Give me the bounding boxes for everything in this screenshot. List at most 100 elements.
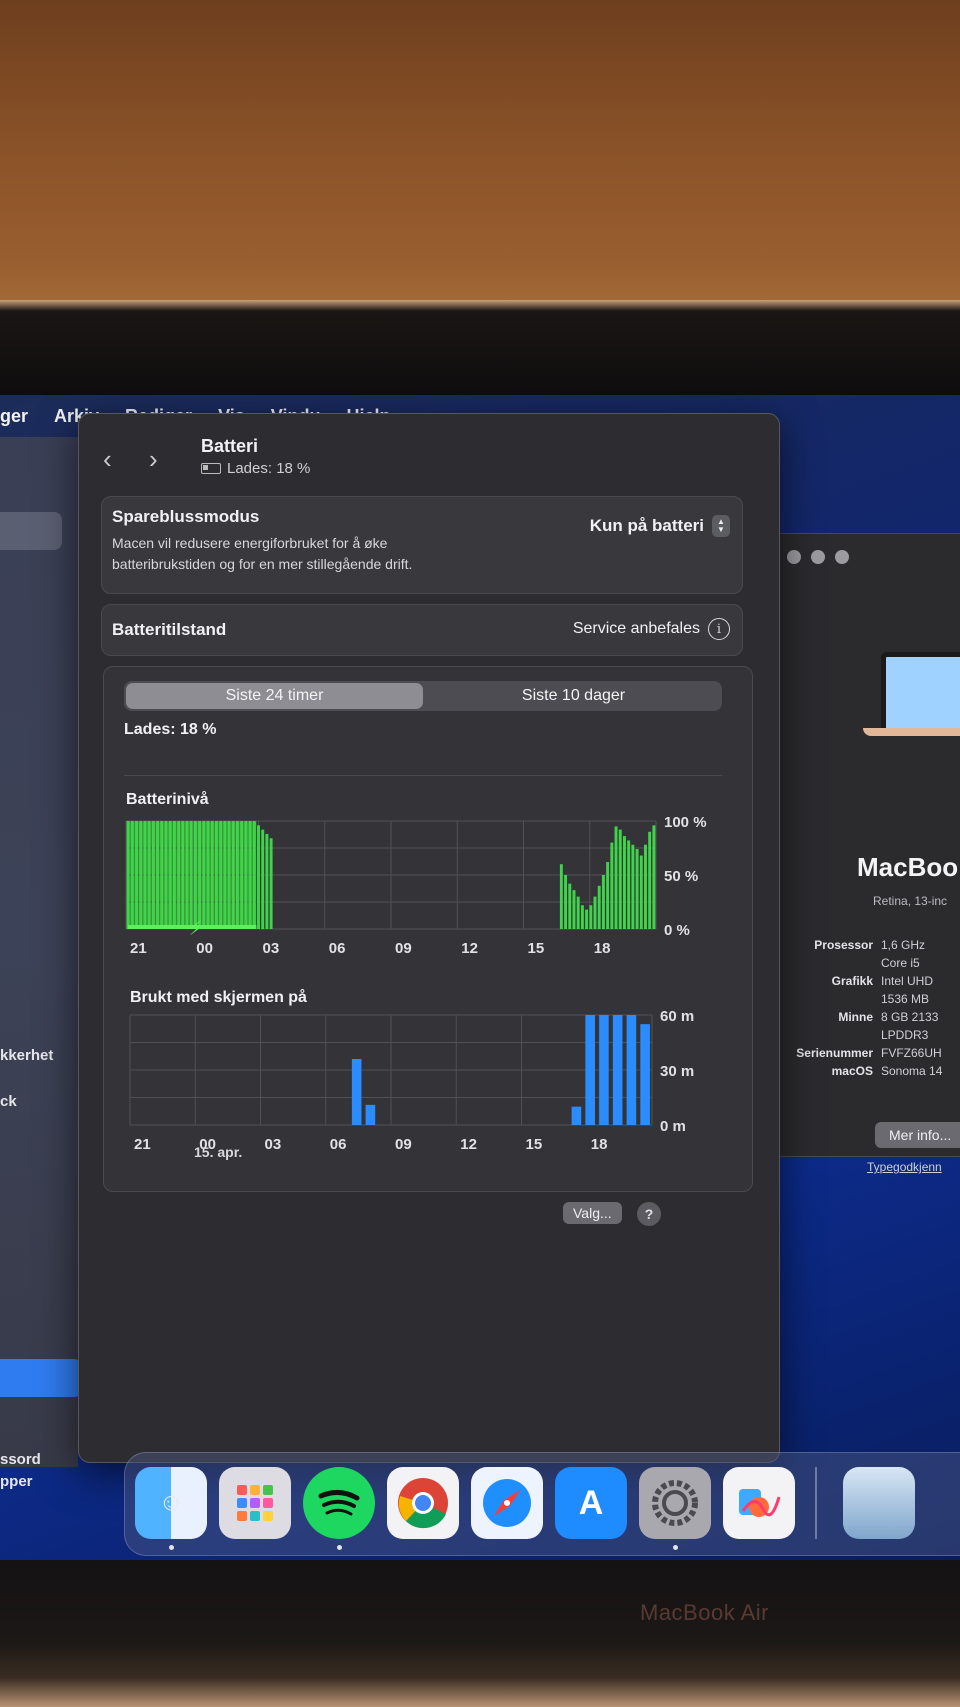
options-button[interactable]: Valg... (563, 1202, 622, 1224)
more-info-button[interactable]: Mer info... (875, 1122, 960, 1148)
screen-on-chart: 21 00 03 06 09 12 15 1860 m30 m0 m (129, 1008, 694, 1153)
app-store-icon[interactable]: A (555, 1467, 627, 1539)
chart-bar (164, 821, 168, 929)
chart-bar (593, 896, 597, 929)
sidebar-item-label[interactable]: kkerhet (0, 1047, 53, 1064)
chart-bar (612, 1015, 623, 1125)
battery-health-card: Batteritilstand Service anbefales i (101, 604, 743, 656)
x-tick-label: 09 (395, 1136, 412, 1153)
x-tick-label: 15 (528, 940, 545, 957)
x-tick-label: 12 (460, 1136, 477, 1153)
stepper-icon: ▲ ▼ (712, 515, 730, 537)
tab-last-10-days[interactable]: Siste 10 dager (425, 681, 722, 711)
chart-bar (585, 1015, 595, 1125)
laptop-illustration-icon (881, 652, 960, 734)
sidebar-item-active[interactable] (0, 1359, 82, 1397)
dock: ☺ A (124, 1452, 960, 1556)
low-power-select[interactable]: Kun på batteri ▲ ▼ (590, 515, 730, 537)
battery-health-status[interactable]: Service anbefales i (573, 618, 730, 640)
chart-bar (265, 833, 269, 929)
chart-bar (618, 829, 622, 929)
chevron-left-icon[interactable]: ‹ (103, 444, 112, 475)
chart-bar (614, 826, 618, 929)
chart-bar (240, 821, 244, 929)
chart-bar (172, 821, 176, 929)
chart-bar (639, 855, 643, 929)
low-power-card: Spareblussmodus Macen vil redusere energ… (101, 496, 743, 594)
x-tick-label: 21 (130, 940, 147, 957)
chart-bar (160, 821, 164, 929)
tab-last-24-hours[interactable]: Siste 24 timer (126, 683, 423, 709)
chart-bar (177, 821, 181, 929)
help-button[interactable]: ? (637, 1202, 661, 1226)
info-icon[interactable]: i (708, 618, 730, 640)
sidebar-item-selected[interactable] (0, 512, 62, 550)
laptop-bezel-bottom (0, 1560, 960, 1707)
spec-value: 1536 MB (881, 992, 930, 1006)
y-tick-label: 0 % (664, 922, 690, 939)
chart-bar (644, 844, 647, 929)
chart-bar (202, 821, 206, 929)
y-tick-label: 0 m (660, 1118, 686, 1135)
chevron-right-icon[interactable]: › (149, 444, 158, 475)
running-indicator (169, 1545, 174, 1550)
chart-bar (206, 821, 210, 929)
chart-bar (168, 821, 172, 929)
spotify-icon[interactable] (303, 1467, 375, 1539)
running-indicator (337, 1545, 342, 1550)
minimize-window-button[interactable] (811, 550, 825, 564)
chart-bar (559, 864, 563, 929)
regulatory-link[interactable]: Typegodkjenn (867, 1160, 942, 1174)
model-subtitle: Retina, 13-inc (873, 894, 948, 908)
chart-bar (198, 821, 202, 929)
downloads-folder-icon[interactable] (843, 1467, 915, 1539)
chrome-icon[interactable] (387, 1467, 459, 1539)
low-power-description: Macen vil redusere energiforbruket for å… (112, 535, 413, 572)
menu-item-partial[interactable]: ger (0, 406, 28, 427)
chart-bar (635, 849, 639, 929)
low-power-value: Kun på batteri (589, 516, 704, 535)
safari-icon[interactable] (471, 1467, 543, 1539)
zoom-window-button[interactable] (835, 550, 849, 564)
chart-bar (606, 862, 610, 929)
laptop-bezel-top (0, 300, 960, 410)
x-tick-label: 15 (526, 1136, 543, 1153)
x-tick-label: 09 (395, 940, 412, 957)
chart-bar (257, 825, 260, 929)
freeform-icon[interactable] (723, 1467, 795, 1539)
x-tick-label: 03 (265, 1136, 282, 1153)
x-tick-label: 18 (594, 940, 611, 957)
finder-icon[interactable]: ☺ (135, 1467, 207, 1539)
chart-bar (185, 821, 189, 929)
chart-bar (156, 821, 160, 929)
chart-bar (652, 825, 656, 929)
sidebar-item-label[interactable]: pper (0, 1473, 33, 1490)
sidebar-item-label[interactable]: ssord (0, 1451, 41, 1468)
chart-bar (244, 821, 248, 929)
chart-bar (210, 821, 214, 929)
chart-bar (631, 844, 635, 929)
screen-on-title: Brukt med skjermen på (130, 989, 307, 1006)
launchpad-icon[interactable] (219, 1467, 291, 1539)
system-settings-icon[interactable] (639, 1467, 711, 1539)
close-window-button[interactable] (787, 550, 801, 564)
low-power-title: Spareblussmodus (112, 507, 260, 526)
chart-bar (235, 821, 239, 929)
sidebar-item-label[interactable]: ck (0, 1093, 17, 1110)
spec-value: FVFZ66UH (881, 1046, 942, 1060)
chart-bar (597, 885, 601, 929)
y-tick-label: 100 % (664, 814, 707, 831)
lightning-icon: ⚡ (189, 916, 203, 940)
model-name: MacBoo (857, 852, 959, 882)
chart-bar (214, 821, 218, 929)
chart-bar (365, 1104, 376, 1125)
chart-bar (585, 909, 589, 929)
chart-bar (601, 875, 605, 929)
chart-bar (351, 1059, 362, 1125)
settings-sidebar: kkerhet ck ssord pper (0, 437, 82, 1490)
charging-status: Lades: 18 % (227, 460, 311, 477)
chart-bar (130, 821, 134, 929)
x-tick-label: 21 (134, 1136, 151, 1153)
x-tick-label: 06 (329, 940, 346, 957)
chart-bar (626, 1015, 637, 1125)
